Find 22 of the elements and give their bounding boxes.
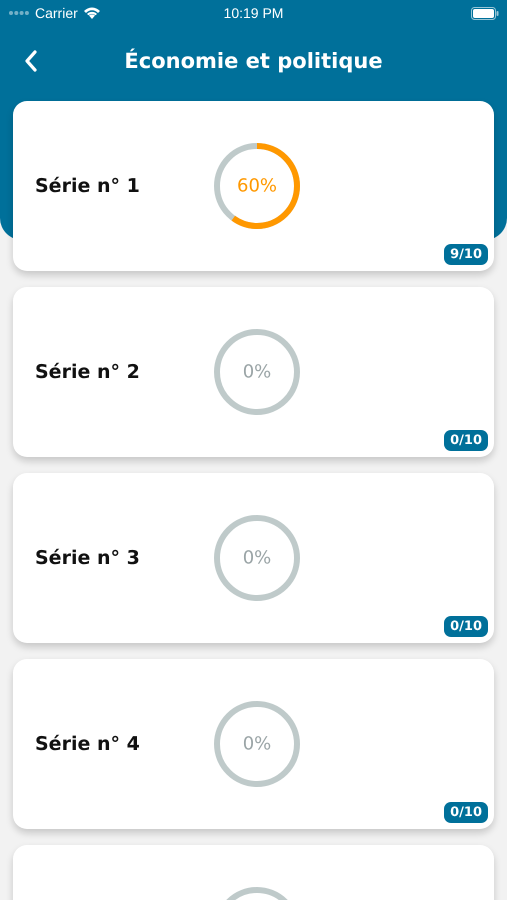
progress-percent: 60% (237, 176, 277, 196)
series-card[interactable]: Série n° 4 0% 0/10 (13, 659, 494, 829)
battery-icon (471, 6, 500, 20)
clock-time: 10:19 PM (224, 5, 284, 21)
score-badge: 0/10 (444, 616, 488, 637)
series-card[interactable]: Série n° 3 0% 0/10 (13, 473, 494, 643)
score-badge: 0/10 (444, 802, 488, 823)
progress-percent: 0% (242, 734, 272, 754)
progress-percent: 0% (242, 362, 272, 382)
carrier-name: Carrier (35, 5, 78, 21)
series-title: Série n° 2 (34, 361, 141, 383)
signal-icon (8, 10, 30, 16)
score-badge: 9/10 (444, 244, 488, 265)
wifi-icon (82, 6, 101, 20)
series-title: Série n° 4 (34, 733, 141, 755)
series-card[interactable]: Série n° 2 0% 0/10 (13, 287, 494, 457)
screen-title: Économie et politique (124, 49, 383, 73)
series-card[interactable]: Série n° 1 60% 9/10 (13, 101, 494, 271)
progress-percent: 0% (242, 548, 272, 568)
score-badge: 0/10 (444, 430, 488, 451)
series-title: Série n° 3 (34, 547, 141, 569)
series-title: Série n° 1 (34, 175, 141, 197)
